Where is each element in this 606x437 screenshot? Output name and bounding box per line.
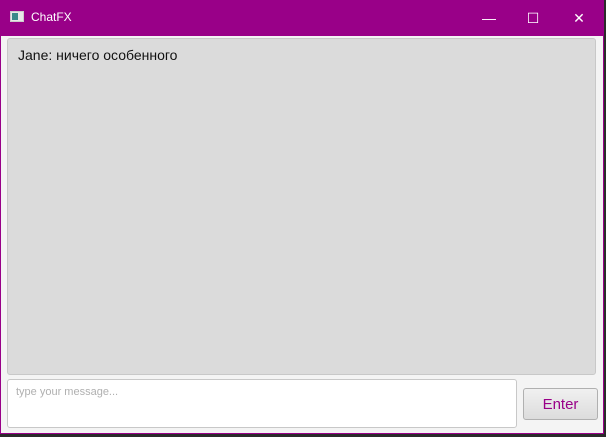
enter-button[interactable]: Enter (523, 388, 598, 420)
title-bar[interactable]: ChatFX — ☐ ✕ (0, 0, 604, 36)
content-area: Jane: ничего особенного type your messag… (1, 36, 603, 433)
message-input-placeholder: type your message... (16, 386, 119, 398)
app-icon (10, 11, 24, 22)
chat-message: Jane: ничего особенного (18, 47, 178, 63)
maximize-button[interactable]: ☐ (510, 0, 556, 36)
message-input[interactable]: type your message... (7, 379, 517, 428)
minimize-button[interactable]: — (466, 0, 512, 36)
window-title: ChatFX (31, 10, 72, 24)
chat-history[interactable]: Jane: ничего особенного (7, 38, 596, 375)
app-window: ChatFX — ☐ ✕ Jane: ничего особенного typ… (0, 0, 604, 434)
close-button[interactable]: ✕ (556, 0, 602, 36)
